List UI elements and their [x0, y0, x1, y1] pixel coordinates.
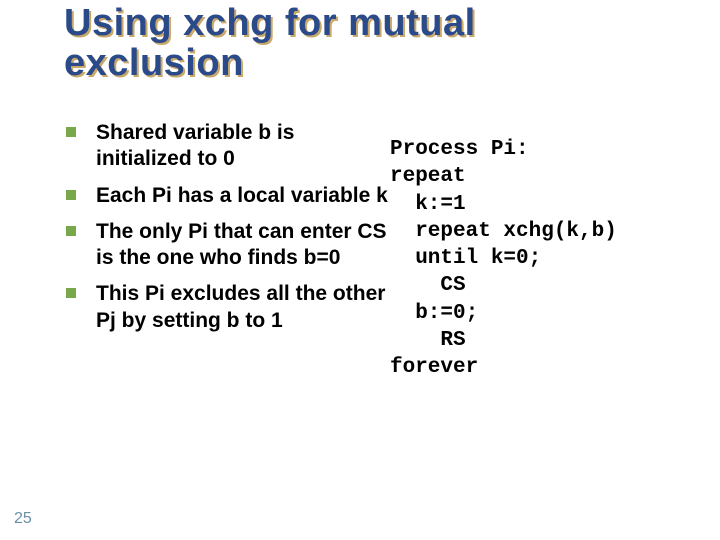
bullet-text: This Pi excludes all the other Pj by set…: [96, 282, 385, 331]
slide-title: Using xchg for mutual exclusion Using xc…: [64, 4, 664, 84]
bullet-icon: [66, 127, 76, 137]
list-item: Each Pi has a local variable k: [60, 183, 390, 209]
bullet-icon: [66, 226, 76, 236]
list-item: This Pi excludes all the other Pj by set…: [60, 281, 390, 334]
bullet-list: Shared variable b is initialized to 0 Ea…: [60, 120, 390, 334]
bullet-text: Each Pi has a local variable k: [96, 184, 388, 207]
list-item: The only Pi that can enter CS is the one…: [60, 219, 390, 272]
list-item: Shared variable b is initialized to 0: [60, 120, 390, 173]
slide: Using xchg for mutual exclusion Using xc…: [0, 0, 720, 540]
bullet-text: The only Pi that can enter CS is the one…: [96, 220, 387, 269]
bullet-icon: [66, 190, 76, 200]
code-block: Process Pi: repeat k:=1 repeat xchg(k,b)…: [390, 136, 670, 382]
bullet-text: Shared variable b is initialized to 0: [96, 121, 294, 170]
bullet-icon: [66, 288, 76, 298]
content-area: Shared variable b is initialized to 0 Ea…: [60, 120, 670, 490]
right-column: Process Pi: repeat k:=1 repeat xchg(k,b)…: [390, 120, 670, 490]
left-column: Shared variable b is initialized to 0 Ea…: [60, 120, 390, 490]
page-number: 25: [14, 510, 32, 528]
